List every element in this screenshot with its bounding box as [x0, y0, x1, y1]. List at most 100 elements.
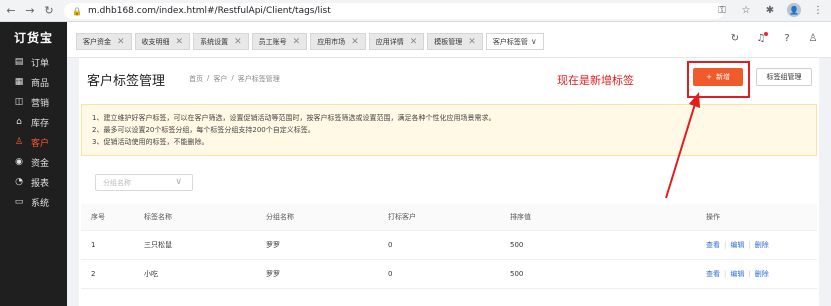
divider: |	[724, 270, 727, 278]
menu-icon[interactable]: ⋮	[811, 5, 825, 16]
tab-payments[interactable]: 收支明细 ✕	[134, 33, 191, 50]
url-text: m.dhb168.com/index.html#/RestfulApi/Clie…	[87, 6, 331, 16]
cell-customer-count: 0	[388, 270, 393, 278]
tab-label: 客户标签管	[492, 37, 528, 46]
cell-actions: 查看 | 编辑 | 删除	[706, 240, 817, 250]
divider: |	[724, 241, 727, 249]
sidebar-item-money[interactable]: ◉ 资金	[0, 152, 67, 172]
tab-label: 系统设置	[200, 37, 229, 46]
breadcrumb-sep: /	[231, 74, 234, 82]
table-header: 序号 标签名称 分组名称 打标客户 排序值 操作	[81, 204, 817, 231]
money-icon: ◉	[15, 157, 23, 167]
delete-link[interactable]: 删除	[755, 240, 769, 250]
cell-tag-name: 三只松鼠	[144, 241, 172, 249]
address-bar[interactable]: 🔒 m.dhb168.com/index.html#/RestfulApi/Cl…	[64, 3, 724, 19]
close-icon[interactable]: ✕	[293, 37, 301, 47]
add-tag-button[interactable]: + 新增	[693, 68, 743, 86]
chevron-down-icon[interactable]: ∨	[531, 37, 537, 46]
order-icon: ▤	[14, 57, 24, 67]
tab-label: 收支明细	[141, 37, 170, 46]
table-row: 1 三只松鼠 罗罗 0 500 查看 | 编辑 | 删除	[81, 231, 817, 260]
notice-line: 1、建立维护好客户标签，可以在客户筛选，设置促销活动等范围时，按客户标签筛选或设…	[92, 114, 496, 122]
sidebar-item-label: 系统	[31, 198, 50, 209]
col-header: 序号	[91, 213, 105, 221]
cell-actions: 查看 | 编辑 | 删除	[706, 269, 817, 279]
breadcrumb-customers[interactable]: 客户	[213, 74, 227, 84]
refresh-icon[interactable]: ↻	[729, 33, 741, 44]
tab-label: 模板管理	[434, 37, 463, 46]
sidebar-item-reports[interactable]: ◔ 报表	[0, 172, 67, 192]
info-notice: 1、建立维护好客户标签，可以在客户筛选，设置促销活动等范围时，按客户标签筛选或设…	[81, 104, 817, 156]
warehouse-icon: ⌂	[16, 117, 22, 127]
sidebar-item-customers[interactable]: ♙ 客户	[0, 132, 67, 152]
select-placeholder: 分组名称	[103, 178, 131, 187]
sidebar-item-label: 客户	[31, 138, 50, 149]
tab-label: 应用详情	[375, 37, 404, 46]
view-link[interactable]: 查看	[706, 240, 720, 250]
user-icon[interactable]: ♙	[807, 33, 819, 44]
notice-line: 2、最多可以设置20个标签分组，每个标签分组支持200个自定义标签。	[92, 126, 315, 134]
tab-app-market[interactable]: 应用市场 ✕	[310, 33, 366, 50]
tab-template-manage[interactable]: 模板管理 ✕	[427, 33, 483, 50]
sidebar-item-marketing[interactable]: ◫ 营销	[0, 92, 67, 112]
close-icon[interactable]: ✕	[176, 37, 184, 47]
breadcrumb-current: 客户标签管理	[237, 75, 280, 83]
system-icon: ▭	[14, 197, 24, 207]
cell-group-name: 罗罗	[266, 241, 280, 249]
star-icon[interactable]: ☆	[739, 5, 753, 16]
content-panel: 客户标签管理 首页 / 客户 / 客户标签管理 现在是新增标签 + 新增 标签组…	[79, 58, 819, 306]
tab-label: 客户资金	[83, 37, 111, 46]
customer-icon: ♙	[14, 137, 24, 147]
bell-icon[interactable]: ♫	[755, 32, 768, 44]
sidebar-item-system[interactable]: ▭ 系统	[0, 192, 67, 212]
close-icon[interactable]: ✕	[234, 37, 242, 47]
forward-icon[interactable]: →	[22, 3, 38, 19]
col-header: 打标客户	[388, 213, 416, 221]
sidebar-item-label: 库存	[31, 118, 50, 129]
tab-system-settings[interactable]: 系统设置 ✕	[193, 33, 249, 50]
tab-staff-accounts[interactable]: 员工账号 ✕	[251, 33, 308, 50]
sidebar-item-orders[interactable]: ▤ 订单	[0, 52, 67, 72]
cell-tag-name: 小吃	[144, 270, 158, 278]
back-icon[interactable]: ←	[3, 3, 19, 19]
tags-table: 序号 标签名称 分组名称 打标客户 排序值 操作 1 三只松鼠 罗罗 0 500…	[81, 204, 817, 289]
close-icon[interactable]: ✕	[351, 37, 359, 47]
sidebar-item-label: 商品	[31, 78, 50, 89]
col-header: 标签名称	[144, 213, 172, 221]
profile-avatar[interactable]: 👤	[787, 3, 801, 17]
cell-customer-count: 0	[388, 241, 393, 249]
sidebar-item-label: 报表	[31, 178, 50, 189]
close-icon[interactable]: ✕	[468, 37, 476, 47]
close-icon[interactable]: ✕	[117, 37, 125, 47]
tab-customer-funds[interactable]: 客户资金 ✕	[76, 33, 132, 50]
tag-group-manage-button[interactable]: 标签组管理	[756, 68, 812, 86]
tab-app-detail[interactable]: 应用详情 ✕	[368, 33, 425, 50]
sidebar-item-label: 资金	[31, 158, 50, 169]
goods-icon: ▦	[14, 77, 24, 87]
help-icon[interactable]: ?	[781, 33, 793, 44]
edit-link[interactable]: 编辑	[730, 269, 744, 279]
cell-sort-value: 500	[510, 270, 524, 278]
group-name-select[interactable]: 分组名称 ∨	[95, 174, 193, 191]
delete-link[interactable]: 删除	[755, 269, 769, 279]
divider: |	[748, 241, 751, 249]
key-icon[interactable]: ⚿	[715, 5, 729, 16]
marketing-icon: ◫	[14, 97, 24, 107]
edit-link[interactable]: 编辑	[730, 240, 744, 250]
close-icon[interactable]: ✕	[410, 37, 418, 47]
col-header: 分组名称	[266, 213, 294, 221]
col-header: 操作	[706, 213, 720, 221]
breadcrumb-sep: /	[207, 74, 210, 82]
tab-label: 员工账号	[258, 37, 287, 46]
view-link[interactable]: 查看	[706, 269, 720, 279]
report-icon: ◔	[15, 177, 23, 187]
cell-index: 2	[91, 270, 96, 278]
reload-icon[interactable]: ↻	[41, 3, 57, 19]
tab-customer-tags[interactable]: 客户标签管 ∨	[485, 33, 544, 50]
sidebar-item-label: 营销	[31, 98, 50, 109]
sidebar-item-warehouse[interactable]: ⌂ 库存	[0, 112, 67, 132]
notification-dot	[764, 32, 768, 36]
sidebar-item-goods[interactable]: ▦ 商品	[0, 72, 67, 92]
breadcrumb-home[interactable]: 首页	[189, 74, 203, 84]
extensions-icon[interactable]: ✱	[763, 5, 777, 16]
